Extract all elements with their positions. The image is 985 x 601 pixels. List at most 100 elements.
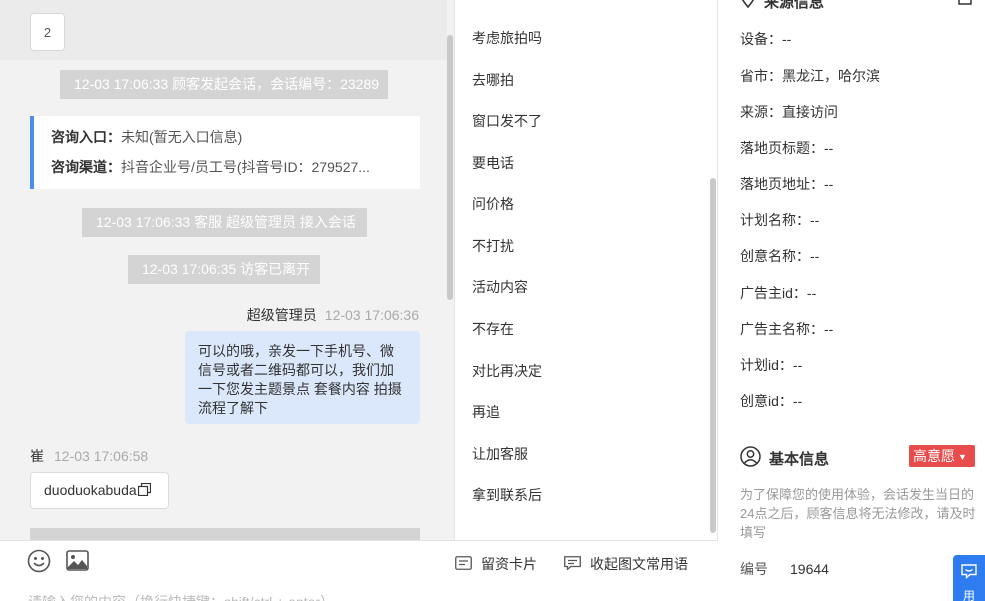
chat-bubble-icon xyxy=(961,564,977,582)
quick-phrases-panel: 考虑旅拍吗去哪拍窗口发不了要电话问价格不打扰活动内容不存在对比再决定再追让加客服… xyxy=(455,0,718,540)
phrase-item[interactable]: 去哪拍 xyxy=(472,70,514,90)
visitor-message-time: 12-03 17:06:58 xyxy=(54,448,149,464)
agent-message-meta: 超级管理员 12-03 17:06:36 xyxy=(247,305,419,325)
info-row-label: 省市： xyxy=(740,68,782,84)
info-row: 落地页地址：-- xyxy=(740,174,833,194)
image-icon[interactable] xyxy=(66,550,89,574)
page-number-box[interactable]: 2 xyxy=(30,13,65,51)
source-info-card: 咨询入口：未知(暂无入口信息) 咨询渠道：抖音企业号/员工号(抖音号ID：279… xyxy=(30,116,420,189)
copy-icon[interactable] xyxy=(137,474,151,509)
phrase-item[interactable]: 窗口发不了 xyxy=(472,111,542,131)
info-row-label: 计划id： xyxy=(740,357,793,373)
customer-id-row: 编号 19644 xyxy=(740,559,829,579)
info-row-label: 落地页地址： xyxy=(740,176,824,192)
phrase-item-cut xyxy=(472,0,562,2)
info-row-label: 计划名称： xyxy=(740,212,810,228)
consult-entry-label: 咨询入口： xyxy=(51,129,121,145)
system-message-visitor-left: 12-03 17:06:35 访客已离开 xyxy=(128,255,320,284)
info-row: 来源：直接访问 xyxy=(740,102,838,122)
agent-message-time: 12-03 17:06:36 xyxy=(324,307,419,323)
info-row-value: -- xyxy=(782,31,792,47)
info-row: 创意名称：-- xyxy=(740,246,819,266)
user-circle-icon xyxy=(740,446,761,471)
source-info-title: 来源信息 xyxy=(764,0,825,11)
info-row: 落地页标题：-- xyxy=(740,138,833,158)
basic-info-note: 为了保障您的使用体验，会话发生当日的24点之后，顾客信息将无法修改，请及时填写 xyxy=(740,487,976,540)
lead-card-button[interactable]: 留资卡片 xyxy=(455,554,537,574)
info-row: 广告主名称：-- xyxy=(740,319,833,339)
customer-id-label: 编号 xyxy=(740,561,768,577)
consult-entry-value: 未知(暂无入口信息) xyxy=(121,129,243,145)
consult-channel-value: 抖音企业号/员工号(抖音号ID：279527... xyxy=(121,159,370,175)
agent-message-bubble: 可以的哦，亲发一下手机号、微信号或者二维码都可以，我们加一下您发主题景点 套餐内… xyxy=(185,331,420,424)
collapse-phrases-label: 收起图文常用语 xyxy=(590,556,688,572)
consult-channel-label: 咨询渠道： xyxy=(51,159,121,175)
info-row-label: 落地页标题： xyxy=(740,140,824,156)
consult-channel-row: 咨询渠道：抖音企业号/员工号(抖音号ID：279527... xyxy=(51,157,416,187)
info-row-label: 创意id： xyxy=(740,393,793,409)
caret-down-icon: ▼ xyxy=(958,452,967,462)
phrase-item[interactable]: 要电话 xyxy=(472,153,514,173)
info-row: 广告主id：-- xyxy=(740,283,816,303)
info-row-label: 来源： xyxy=(740,104,782,120)
card-icon xyxy=(455,555,472,573)
info-row: 创意id：-- xyxy=(740,391,802,411)
info-row: 计划id：-- xyxy=(740,355,802,375)
phrase-item[interactable]: 活动内容 xyxy=(472,277,528,297)
visitor-message-bubble: duoduokabuda xyxy=(30,472,169,509)
location-icon xyxy=(740,0,756,12)
customer-info-panel: 来源信息 设备：-- 省市：黑龙江，哈尔滨 来源：直接访问 落地页标题：-- 落地页地址… xyxy=(718,0,985,601)
info-row-value: -- xyxy=(824,140,834,156)
lead-card-label: 留资卡片 xyxy=(481,556,537,572)
info-row-value: -- xyxy=(824,176,834,192)
side-widget-label: 用 xyxy=(963,589,976,601)
message-icon xyxy=(564,555,581,573)
info-row-label: 广告主名称： xyxy=(740,321,824,337)
info-row-label: 广告主id： xyxy=(740,285,807,301)
info-row-value: -- xyxy=(824,321,834,337)
visitor-message-text: duoduokabuda xyxy=(44,482,137,498)
system-message-session-start: 12-03 17:06:33 顾客发起会话，会话编号：23289 xyxy=(60,70,388,99)
info-row: 设备：-- xyxy=(740,29,791,49)
info-row-value: 直接访问 xyxy=(782,104,838,120)
basic-info-title: 基本信息 xyxy=(769,451,830,468)
intent-level-label: 高意愿 xyxy=(913,448,955,464)
basic-info-header: 基本信息 xyxy=(740,446,829,471)
message-input[interactable]: 请输入您的内容（换行快捷键：shift/ctrl + enter） xyxy=(28,592,334,601)
phrase-item[interactable]: 考虑旅拍吗 xyxy=(472,28,542,48)
side-chat-widget[interactable]: 用 xyxy=(953,555,985,601)
info-row-value: -- xyxy=(810,212,820,228)
phrase-item[interactable]: 不打扰 xyxy=(472,236,514,256)
phrases-scrollbar[interactable] xyxy=(710,178,716,533)
info-row-value: -- xyxy=(810,248,820,264)
info-row: 计划名称：-- xyxy=(740,210,819,230)
system-message-cut xyxy=(30,528,420,540)
message-input-area: 留资卡片 收起图文常用语 请输入您的内容（换行快捷键：shift/ctrl + … xyxy=(0,540,718,601)
phrase-item[interactable]: 问价格 xyxy=(472,194,514,214)
edit-icon[interactable] xyxy=(958,0,972,8)
source-info-header: 来源信息 xyxy=(740,0,824,12)
phrase-item[interactable]: 让加客服 xyxy=(472,444,528,464)
intent-level-dropdown[interactable]: 高意愿 ▼ xyxy=(909,445,975,467)
info-row-label: 创意名称： xyxy=(740,248,810,264)
phrase-item[interactable]: 对比再决定 xyxy=(472,361,542,381)
system-message-agent-join: 12-03 17:06:33 客服 超级管理员 接入会话 xyxy=(82,208,367,237)
consult-entry-row: 咨询入口：未知(暂无入口信息) xyxy=(51,127,416,157)
phrase-item[interactable]: 不存在 xyxy=(472,319,514,339)
info-row: 省市：黑龙江，哈尔滨 xyxy=(740,66,880,86)
chat-panel: 2 12-03 17:06:33 顾客发起会话，会话编号：23289 咨询入口：… xyxy=(0,0,455,601)
chat-history-band xyxy=(0,0,447,60)
info-row-value: 黑龙江，哈尔滨 xyxy=(782,68,880,84)
chat-scrollbar[interactable] xyxy=(447,35,453,300)
info-row-value: -- xyxy=(806,285,817,301)
phrase-item[interactable]: 拿到联系后 xyxy=(472,485,542,505)
smile-icon[interactable] xyxy=(27,549,51,576)
info-row-label: 设备： xyxy=(740,31,782,47)
visitor-name: 崔 xyxy=(30,448,44,464)
collapse-phrases-button[interactable]: 收起图文常用语 xyxy=(564,554,688,574)
info-row-value: -- xyxy=(792,393,803,409)
agent-name: 超级管理员 xyxy=(246,307,317,323)
phrase-item[interactable]: 再追 xyxy=(472,402,500,422)
visitor-message-meta: 崔 12-03 17:06:58 xyxy=(30,446,148,466)
customer-id-value: 19644 xyxy=(790,561,829,577)
